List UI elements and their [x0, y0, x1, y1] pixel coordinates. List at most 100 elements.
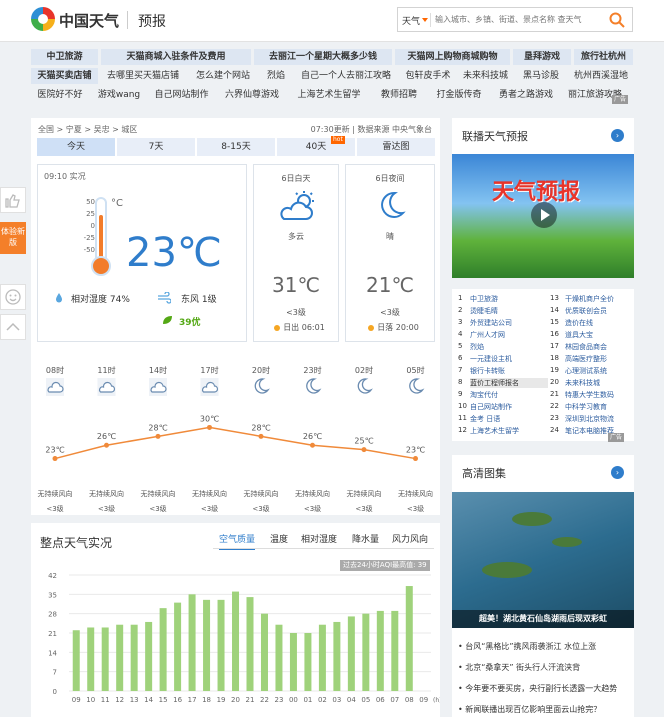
video-title: 天气预报 — [492, 180, 581, 205]
tab-8-15day[interactable]: 8-15天 — [197, 138, 275, 156]
temp-point — [310, 442, 315, 448]
ad-badge: 广告 — [608, 433, 625, 442]
ad-link[interactable]: 天猫网上购物商城购物 — [395, 49, 510, 65]
tab-wind[interactable]: 风力风向 — [392, 532, 428, 545]
x-tick-label: 20 — [231, 696, 240, 704]
cloud-icon — [46, 378, 64, 396]
hot-link[interactable]: 林园食品商会 — [565, 342, 631, 352]
breadcrumb[interactable]: 全国 > 宁夏 > 吴忠 > 城区 — [38, 124, 137, 135]
like-button[interactable] — [0, 187, 26, 213]
search-icon[interactable] — [608, 11, 626, 29]
tab-7day[interactable]: 7天 — [117, 138, 195, 156]
aqi-bar — [318, 624, 326, 691]
hot-link[interactable]: 一元建设主机 — [470, 354, 548, 364]
chevron-right-icon[interactable]: › — [611, 129, 624, 142]
hour-label: 08时 — [46, 365, 64, 375]
hot-link[interactable]: 外贸建站公司 — [470, 318, 548, 328]
aqi-bar — [87, 627, 95, 691]
x-tick-label: 16 — [173, 696, 182, 704]
rank-number: 20 — [550, 378, 559, 386]
hot-link[interactable]: 优质联创会员 — [565, 306, 631, 316]
back-to-top-button[interactable] — [0, 314, 26, 340]
hot-link[interactable]: 造价在线 — [565, 318, 631, 328]
hot-link[interactable]: 干燥机商户全价 — [565, 294, 631, 304]
ad-link[interactable]: 杭州西溪湿地 — [569, 68, 633, 84]
hot-link[interactable]: 道具大宝 — [565, 330, 631, 340]
tab-temperature[interactable]: 温度 — [270, 532, 288, 545]
ad-link[interactable]: 黑马诊股 — [516, 68, 566, 84]
ad-link[interactable]: 怎么建个网站 — [188, 68, 258, 84]
x-tick-label: 12 — [115, 696, 124, 704]
chevron-right-icon[interactable]: › — [611, 466, 624, 479]
ad-link[interactable]: 包轩皮手术 — [401, 68, 455, 84]
video-thumbnail[interactable]: 天气预报 — [452, 154, 634, 278]
ad-link[interactable]: 自己一个人去丽江攻略 — [294, 68, 398, 84]
hot-link[interactable]: 上海艺术生留学 — [470, 426, 548, 436]
ad-link[interactable]: 教师招聘 — [371, 87, 427, 103]
hot-link[interactable]: 广州人才网 — [470, 330, 548, 340]
news-link[interactable]: • 新闻联播出现百亿影响里面云山抢完？ — [458, 704, 630, 715]
hot-link[interactable]: 深圳到北京物流 — [565, 414, 631, 424]
temp-unit: °C — [111, 198, 123, 209]
x-tick-label: 14 — [144, 696, 153, 704]
ad-link[interactable]: 医院好不好 — [31, 87, 89, 103]
ad-link[interactable]: 中卫旅游 — [31, 49, 98, 65]
aqi-value[interactable]: 39优 — [179, 315, 201, 328]
photo-caption[interactable]: 超美！湖北黄石仙岛湖雨后现双彩虹 — [452, 610, 634, 628]
news-link[interactable]: • 今年要不要买房，央行副行长透露一大趋势 — [458, 683, 630, 694]
hot-link[interactable]: 烫睫毛睛 — [470, 306, 548, 316]
logo-text[interactable]: 中国天气 — [59, 10, 119, 31]
rank-number: 22 — [550, 402, 559, 410]
tab-radar[interactable]: 雷达图 — [357, 138, 435, 156]
hot-link[interactable]: 蓝价工程师报名 — [470, 378, 548, 388]
news-link[interactable]: • 台风“黑格比”携风雨袭浙江 水位上涨 — [458, 641, 630, 652]
hot-link[interactable]: 心理测试系统 — [565, 366, 631, 376]
tab-humidity[interactable]: 相对湿度 — [301, 532, 337, 545]
hot-badge: hot — [331, 136, 345, 144]
tab-precipitation[interactable]: 降水量 — [352, 532, 379, 545]
tab-today[interactable]: 今天 — [37, 138, 115, 156]
ad-link[interactable]: 自己网站制作 — [149, 87, 214, 103]
news-link[interactable]: • 北京“桑拿天” 街头行人汗流浃背 — [458, 662, 630, 673]
ad-link[interactable]: 未来科技城 — [458, 68, 513, 84]
rank-number: 15 — [550, 318, 559, 326]
ad-link[interactable]: 去哪里买天猫店铺 — [101, 68, 185, 84]
gallery-photo[interactable] — [452, 492, 634, 628]
ad-link[interactable]: 天猫商城入驻条件及费用 — [101, 49, 251, 65]
hot-link[interactable]: 未来科技城 — [565, 378, 631, 388]
ad-link[interactable]: 勇者之路游戏 — [491, 87, 561, 103]
wind: 东风 1级 — [181, 295, 217, 305]
search-input[interactable] — [435, 10, 601, 29]
hot-link[interactable]: 自己网站制作 — [470, 402, 548, 412]
logo-icon[interactable] — [31, 7, 55, 31]
ad-link[interactable]: 打金版传奇 — [430, 87, 488, 103]
ad-link[interactable]: 去丽江一个星期大概多少钱 — [254, 49, 392, 65]
feedback-button[interactable] — [0, 284, 26, 310]
ad-link[interactable]: 六界仙尊游戏 — [217, 87, 287, 103]
island-shape — [552, 537, 582, 547]
aqi-bar — [159, 608, 167, 691]
hot-link[interactable]: 高端医疗整形 — [565, 354, 631, 364]
ad-link[interactable]: 垦拜游戏 — [513, 49, 571, 65]
section-title: 高清图集 — [462, 467, 506, 480]
hot-link[interactable]: 特惠大学生数码 — [565, 390, 631, 400]
hot-link[interactable]: 中科学习教育 — [565, 402, 631, 412]
ad-link[interactable]: 上海艺术生留学 — [290, 87, 368, 103]
play-icon[interactable] — [531, 202, 557, 228]
cloud-icon — [149, 378, 167, 396]
chevron-down-icon[interactable] — [422, 18, 428, 22]
ad-link[interactable]: 游戏wang — [92, 87, 146, 103]
wind-direction: 无持续风向 — [89, 489, 124, 498]
try-new-version-button[interactable]: 体验新版 — [0, 222, 26, 254]
hot-link[interactable]: 金考 日语 — [470, 414, 548, 424]
hot-link[interactable]: 烈焰 — [470, 342, 548, 352]
ad-link[interactable]: 旅行社杭州 — [574, 49, 633, 65]
hot-link[interactable]: 中卫旅游 — [470, 294, 548, 304]
aqi-bar — [347, 616, 355, 691]
search-category[interactable]: 天气 — [402, 14, 420, 27]
ad-link[interactable]: 烈焰 — [261, 68, 291, 84]
hot-link[interactable]: 银行卡转账 — [470, 366, 548, 376]
ad-link[interactable]: 天猫买卖店铺 — [31, 68, 98, 84]
aqi-bar — [362, 613, 370, 691]
hot-link[interactable]: 淘宝代付 — [470, 390, 548, 400]
